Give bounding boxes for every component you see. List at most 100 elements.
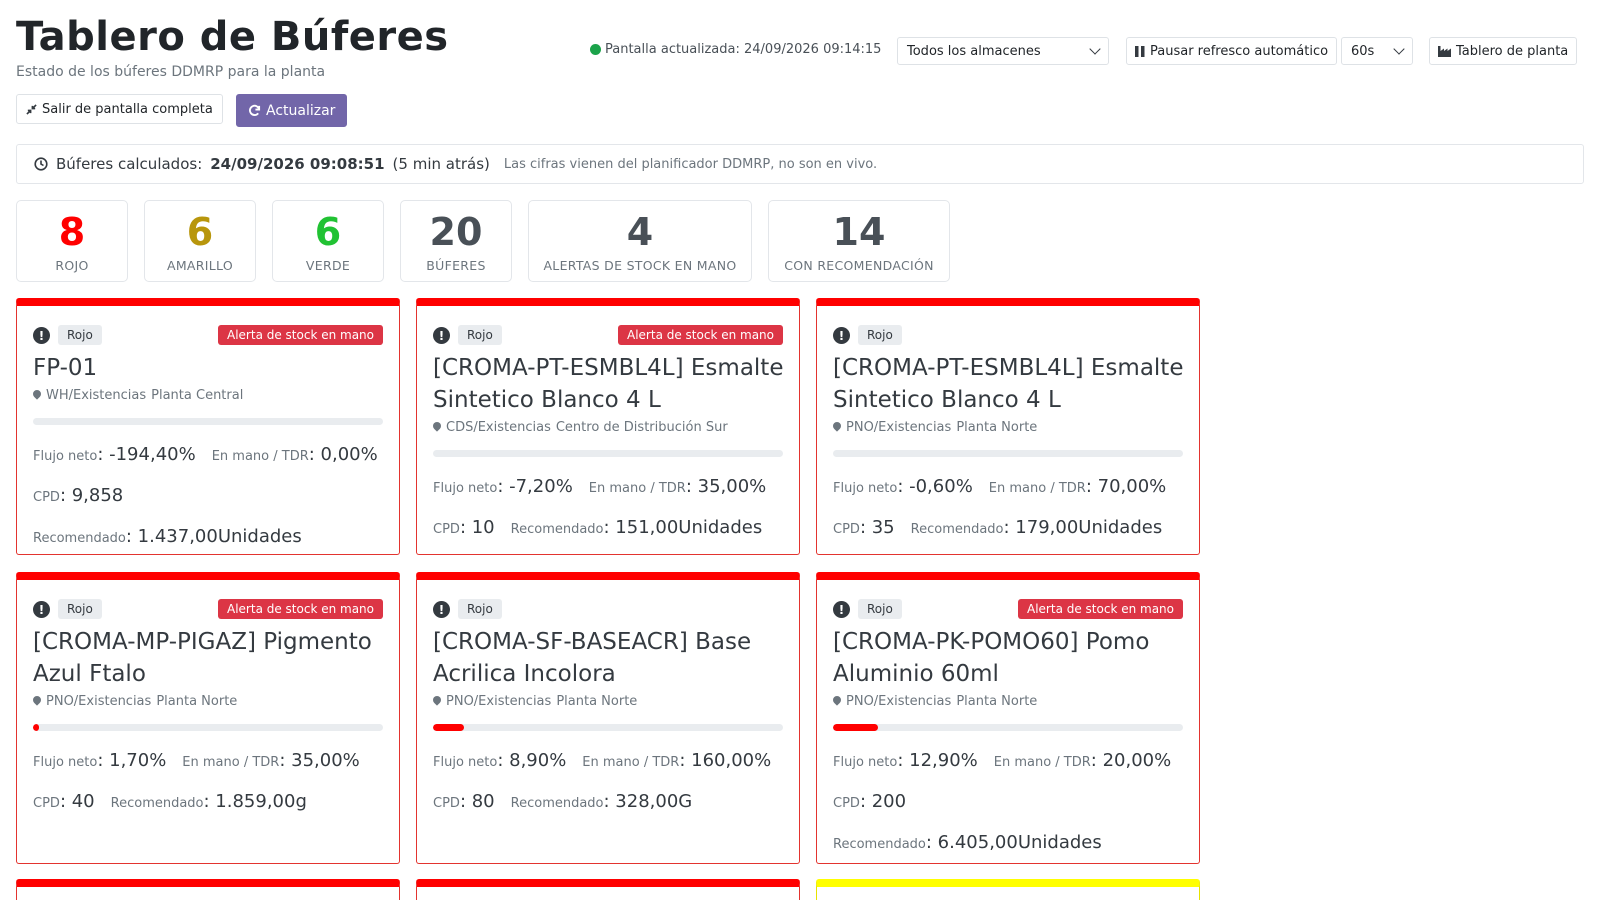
refresh-button[interactable]: Actualizar [236,94,348,127]
refresh-icon [249,104,261,116]
metrics-row: CPD: 40 Recomendado: 1.859,00g [33,791,387,812]
status-dot [590,44,601,55]
buffer-progress-bar [33,418,383,425]
net-flow-metric: Flujo neto: -194,40% [33,444,196,465]
on-hand-metric: En mano / TDR: 160,00% [582,750,771,771]
chevron-down-icon [1089,43,1101,55]
on-hand-metric: En mano / TDR: 35,00% [589,476,766,497]
calculation-info-panel: Búferes calculados: 24/09/2026 09:08:51 … [16,144,1584,184]
location-name: PNO/Existencias [46,694,152,709]
product-title: [CROMA-MP-PIGAZ] Pigmento Azul Ftalo [33,629,372,687]
pause-refresh-button[interactable]: Pausar refresco automático [1126,37,1338,65]
metrics-row: CPD: 35 Recomendado: 179,00Unidades [833,517,1187,538]
zone-badge: Rojo [58,325,102,345]
compress-icon [26,103,37,115]
buffer-card[interactable] [416,879,800,900]
metrics-row: Recomendado: 1.437,00Unidades [33,526,387,547]
recommended-label: Recomendado [910,522,1004,537]
card-location: PNO/Existencias Planta Norte [433,694,637,709]
adu-metric: CPD: 10 [433,517,495,538]
zone-badge: Rojo [858,599,902,619]
on-hand-value: : 160,00% [679,750,772,771]
recommended-value: : 1.437,00Unidades [125,526,302,547]
stock-alert-badge: Alerta de stock en mano [618,325,783,345]
map-marker-icon [833,422,841,433]
on-hand-value: : 0,00% [308,444,378,465]
metrics-row: Flujo neto: -7,20% En mano / TDR: 35,00% [433,476,787,497]
calc-ago: (5 min atrás) [392,155,490,173]
metrics-row: Recomendado: 6.405,00Unidades [833,832,1187,853]
interval-select[interactable]: 60s [1341,37,1413,65]
card-header: ! Rojo Alerta de stock en mano [33,324,383,346]
on-hand-value: : 70,00% [1085,476,1167,497]
card-header: ! Rojo [433,598,783,620]
map-marker-icon [33,696,41,707]
net-flow-metric: Flujo neto: 1,70% [33,750,166,771]
net-flow-metric: Flujo neto: 12,90% [833,750,978,771]
stat-value: 6 [186,210,214,254]
net-flow-value: : 8,90% [497,750,567,771]
stat-card-búferes: 20 BÚFERES [400,200,512,282]
adu-value: : 40 [59,791,95,812]
stat-value: 8 [58,210,86,254]
stock-alert-badge: Alerta de stock en mano [218,599,383,619]
warehouse-name: Planta Norte [556,694,638,709]
adu-label: CPD [433,522,460,537]
warehouse-select-value: Todos los almacenes [907,43,1041,59]
metrics-row: Flujo neto: 8,90% En mano / TDR: 160,00% [433,750,787,771]
card-header: ! Rojo [833,324,1183,346]
metrics-row: CPD: 200 [833,791,1187,812]
buffer-progress-bar [833,450,1183,457]
adu-label: CPD [433,796,460,811]
net-flow-label: Flujo neto [433,481,498,496]
interval-select-value: 60s [1351,43,1375,59]
buffer-card[interactable]: ! Rojo [CROMA-SF-BASEACR] Base Acrilica In… [416,572,800,864]
page-title: Tablero de Búferes [16,14,449,60]
metrics-row: Flujo neto: -0,60% En mano / TDR: 70,00% [833,476,1187,497]
buffer-progress-bar [833,724,1183,731]
buffer-progress-bar [33,724,383,731]
exit-fullscreen-button[interactable]: Salir de pantalla completa [16,94,223,124]
buffer-card[interactable]: ! Rojo [CROMA-PT-ESMBL4L] Esmalte Sintetic… [816,298,1200,555]
net-flow-value: : -0,60% [897,476,973,497]
card-location: PNO/Existencias Planta Norte [833,694,1037,709]
metrics-row: CPD: 80 Recomendado: 328,00G [433,791,787,812]
adu-metric: CPD: 80 [433,791,495,812]
product-title: FP-01 [33,355,98,381]
buffer-card[interactable]: ! Rojo Alerta de stock en mano FP-01 WH/Exis… [16,298,400,555]
adu-label: CPD [833,796,860,811]
map-marker-icon [433,696,441,707]
refresh-label: Actualizar [266,102,336,119]
recommended-metric: Recomendado: 6.405,00Unidades [833,832,1102,853]
buffer-progress-fill [433,724,465,731]
plant-board-button[interactable]: Tablero de planta [1429,37,1578,65]
warehouse-name: Planta Norte [956,694,1038,709]
calc-timestamp: 24/09/2026 09:08:51 [210,155,385,173]
recommended-label: Recomendado [110,796,204,811]
stat-card-con-recomendación: 14 CON RECOMENDACIÓN [768,200,950,282]
net-flow-label: Flujo neto [833,755,898,770]
exclamation-circle-icon: ! [433,601,450,618]
stat-card-amarillo: 6 AMARILLO [144,200,256,282]
stat-card-alertas-de-stock-en-mano: 4 ALERTAS DE STOCK EN MANO [528,200,752,282]
chevron-down-icon [1393,43,1405,55]
zone-badge: Rojo [458,325,502,345]
card-location: PNO/Existencias Planta Norte [833,420,1037,435]
buffer-card[interactable] [816,879,1200,900]
on-hand-metric: En mano / TDR: 20,00% [994,750,1171,771]
on-hand-label: En mano / TDR [988,481,1086,496]
on-hand-metric: En mano / TDR: 35,00% [182,750,359,771]
buffer-progress-bar [433,724,783,731]
on-hand-value: : 35,00% [279,750,360,771]
page-subtitle: Estado de los búferes DDMRP para la plan… [16,64,326,80]
buffer-card[interactable]: ! Rojo Alerta de stock en mano [CROMA-MP-PI… [16,572,400,864]
stat-card-verde: 6 VERDE [272,200,384,282]
exclamation-circle-icon: ! [833,327,850,344]
pause-label: Pausar refresco automático [1150,43,1329,59]
card-location: PNO/Existencias Planta Norte [33,694,237,709]
net-flow-label: Flujo neto [833,481,898,496]
buffer-card[interactable] [16,879,400,900]
buffer-card[interactable]: ! Rojo Alerta de stock en mano [CROMA-PK-PO… [816,572,1200,864]
buffer-card[interactable]: ! Rojo Alerta de stock en mano [CROMA-PT-ES… [416,298,800,555]
warehouse-select[interactable]: Todos los almacenes [897,37,1109,65]
